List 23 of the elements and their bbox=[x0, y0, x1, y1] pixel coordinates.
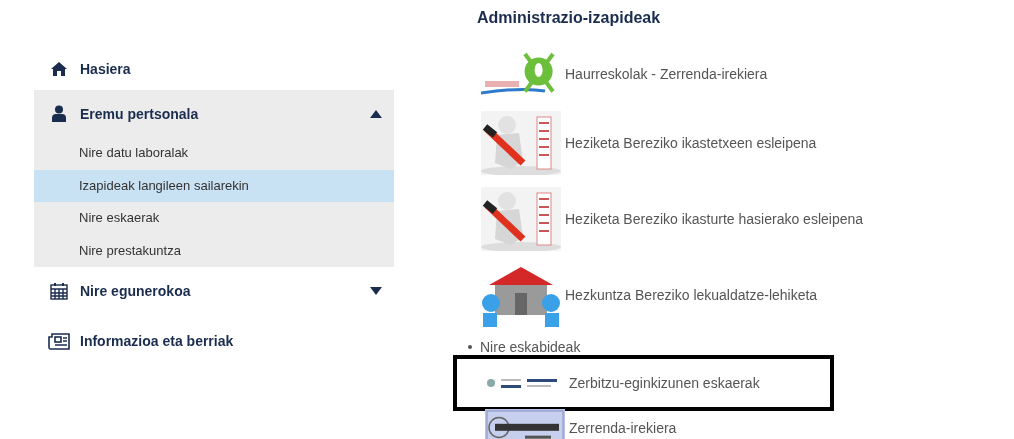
expand-arrow-icon[interactable] bbox=[370, 286, 382, 295]
newspaper-icon bbox=[48, 332, 70, 350]
sidebar-item[interactable]: Nire egunerokoa bbox=[34, 267, 394, 314]
service-link[interactable]: Hezkuntza Bereziko lekualdatze-lehiketa bbox=[565, 287, 818, 303]
service-link[interactable]: Haurreskolak - Zerrenda-irekiera bbox=[565, 66, 768, 82]
collapse-arrow-icon[interactable] bbox=[370, 109, 382, 118]
sidebar-item[interactable]: Hasiera bbox=[34, 48, 394, 90]
section-label: Nire eskabideak bbox=[480, 339, 581, 355]
sidebar-item[interactable]: Informazioa eta berriak bbox=[34, 320, 394, 362]
page-heading: Administrazio-izapideak bbox=[477, 9, 661, 28]
submenu-item[interactable]: Nire datu laboralak bbox=[34, 137, 394, 170]
sidebar-item[interactable]: Eremu pertsonala bbox=[34, 90, 394, 137]
service-link[interactable]: Zerrenda-irekiera bbox=[569, 419, 677, 436]
submenu-item[interactable]: Nire prestakuntza bbox=[34, 234, 394, 267]
submenu-item[interactable]: Nire eskaerak bbox=[34, 202, 394, 235]
service-link[interactable]: Heziketa Bereziko ikastetxeen esleipena bbox=[565, 135, 817, 151]
bullet-icon bbox=[468, 345, 472, 349]
service-link[interactable]: Heziketa Bereziko ikasturte hasierako esleipena bbox=[565, 211, 864, 227]
calendar-icon bbox=[50, 281, 68, 300]
user-icon bbox=[52, 105, 66, 122]
home-icon bbox=[50, 61, 68, 77]
submenu-item[interactable]: Izapideak langileen sailarekin bbox=[34, 169, 394, 202]
service-link[interactable]: Zerbitzu-eginkizunen eskaerak bbox=[569, 375, 760, 391]
